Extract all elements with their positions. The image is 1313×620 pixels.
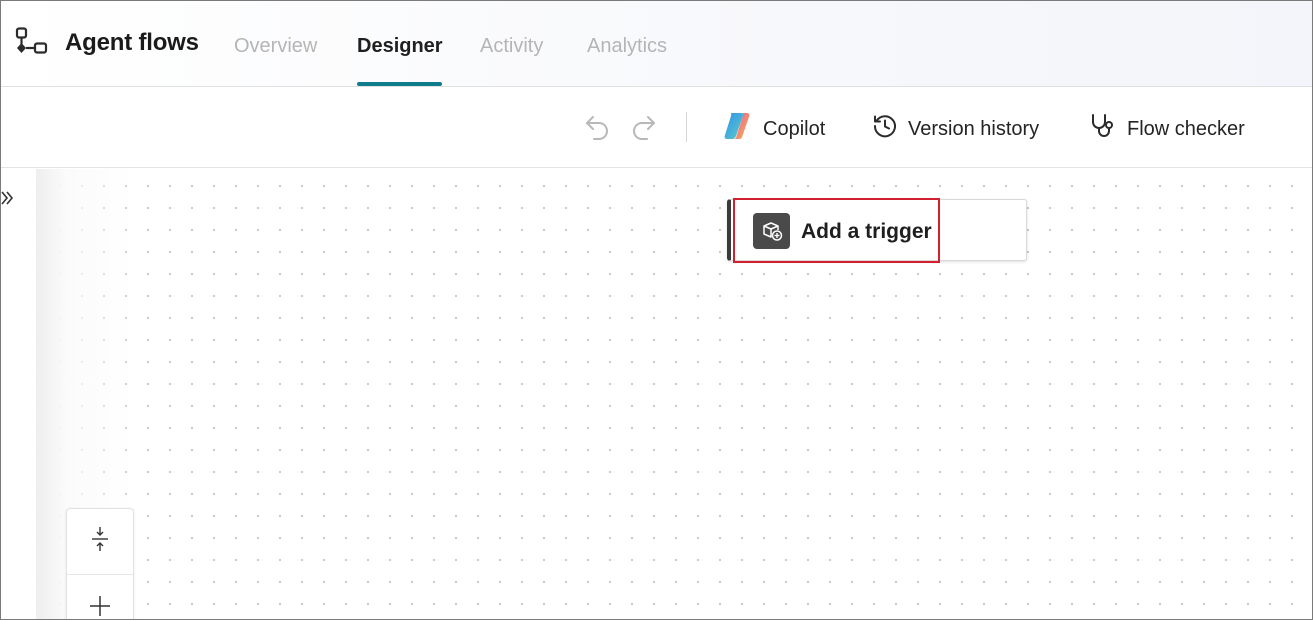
zoom-in-icon: [88, 594, 112, 620]
flow-checker-label: Flow checker: [1127, 117, 1245, 140]
header: Agent flows Overview Designer Activity A…: [1, 1, 1312, 87]
redo-icon[interactable]: [631, 113, 657, 146]
tab-activity[interactable]: Activity: [480, 35, 543, 58]
version-history-label: Version history: [908, 117, 1040, 140]
zoom-in-button[interactable]: [67, 575, 133, 620]
fit-view-button[interactable]: [67, 509, 133, 575]
copilot-icon: [721, 110, 753, 148]
tab-overview[interactable]: Overview: [234, 35, 317, 58]
zoom-controls: [66, 508, 134, 620]
flow-icon: [13, 27, 49, 61]
tab-designer[interactable]: Designer: [357, 35, 443, 58]
tab-analytics[interactable]: Analytics: [587, 35, 667, 58]
highlight-box: [733, 198, 940, 263]
stethoscope-icon: [1089, 112, 1117, 146]
active-tab-indicator: [357, 82, 442, 86]
flow-checker-button[interactable]: Flow checker: [1089, 114, 1245, 144]
toolbar-divider: [686, 112, 687, 142]
undo-icon[interactable]: [584, 113, 610, 146]
copilot-label: Copilot: [763, 117, 826, 140]
expand-panel-icon[interactable]: [1, 189, 15, 207]
app-window: Agent flows Overview Designer Activity A…: [0, 0, 1313, 620]
canvas-left-strip: [1, 169, 36, 619]
history-icon: [872, 113, 898, 145]
copilot-button[interactable]: Copilot: [721, 113, 826, 144]
fit-view-icon: [90, 525, 110, 558]
flow-canvas[interactable]: [1, 169, 1312, 619]
version-history-button[interactable]: Version history: [872, 114, 1039, 144]
app-title: Agent flows: [65, 29, 199, 56]
toolbar: Copilot Version history Flow checker: [1, 88, 1312, 168]
